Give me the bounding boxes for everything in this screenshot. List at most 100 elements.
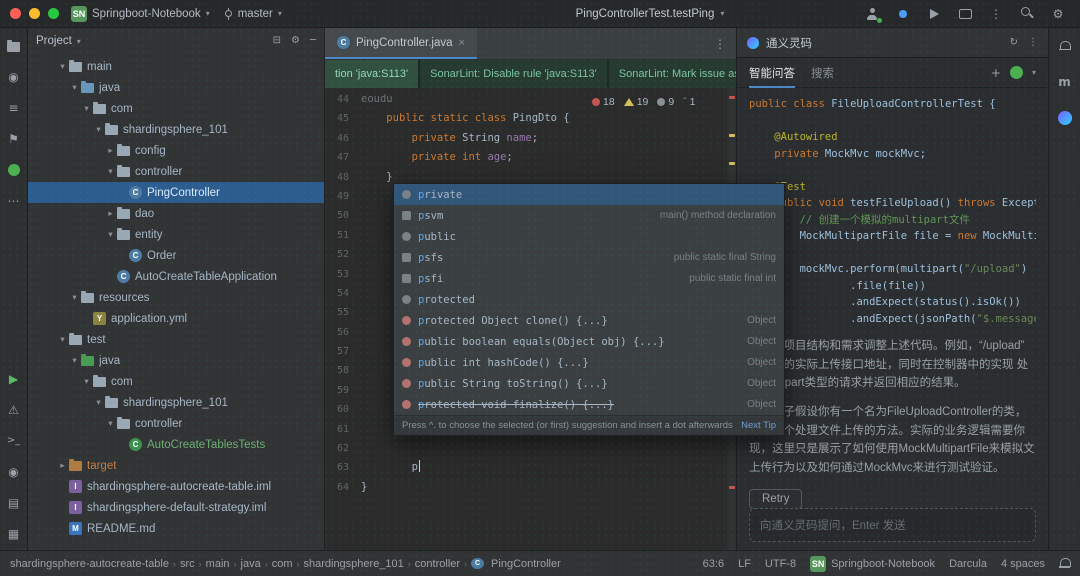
tree-item-test[interactable]: ▾test (28, 329, 324, 350)
todo-icon[interactable]: ▤ (6, 495, 22, 511)
close-tab-icon[interactable]: × (459, 37, 465, 49)
tree-item-Order[interactable]: COrder (28, 245, 324, 266)
services-icon[interactable]: ▦ (6, 526, 22, 542)
chat-input[interactable]: 向通义灵码提问，Enter 发送 (749, 508, 1036, 542)
close-window-button[interactable] (10, 8, 21, 19)
breadcrumb-segment[interactable]: PingController (491, 558, 561, 570)
breadcrumb-segment[interactable]: controller (415, 558, 460, 570)
caret-position[interactable]: 63:6 (703, 558, 724, 570)
problems-icon[interactable]: ⚠ (6, 402, 22, 418)
editor-line[interactable]: 62 (325, 439, 736, 458)
vcs-branch-widget[interactable]: master ▾ (224, 8, 282, 20)
expand-toggle-icon[interactable]: ▸ (56, 460, 69, 471)
tree-item-AutoCreateTablesTests[interactable]: CAutoCreateTablesTests (28, 434, 324, 455)
file-encoding[interactable]: UTF-8 (765, 558, 796, 570)
tree-item-controller[interactable]: ▾controller (28, 413, 324, 434)
status-project-widget[interactable]: SN Springboot-Notebook (810, 556, 935, 572)
expand-toggle-icon[interactable]: ▾ (104, 418, 117, 429)
project-icon[interactable] (6, 38, 22, 54)
ai-status-icon[interactable] (895, 6, 911, 22)
terminal-icon[interactable]: >_ (6, 433, 22, 449)
tree-item-main[interactable]: ▾main (28, 56, 324, 77)
completion-item[interactable]: public boolean equals(Object obj) {...}O… (394, 331, 784, 352)
tree-item-shardingsphere-autocreate-table.iml[interactable]: Ishardingsphere-autocreate-table.iml (28, 476, 324, 497)
editor-line[interactable]: 46 private String name; (325, 129, 736, 148)
completion-item[interactable]: protected Object clone() {...}Object (394, 310, 784, 331)
tree-item-README.md[interactable]: MREADME.md (28, 518, 324, 539)
expand-toggle-icon[interactable]: ▾ (56, 61, 69, 72)
breadcrumb-segment[interactable]: src (180, 558, 195, 570)
run-configuration-widget[interactable]: PingControllerTest.testPing ▾ (576, 8, 725, 20)
maven-icon[interactable]: m (1057, 74, 1073, 90)
inspections-widget[interactable]: 18 19 9 ˆ1 (592, 96, 695, 108)
editor-line[interactable]: 45 public static class PingDto { (325, 109, 736, 128)
expand-toggle-icon[interactable]: ▾ (104, 166, 117, 177)
next-tip-link[interactable]: Next Tip (741, 420, 776, 431)
new-session-icon[interactable]: + (991, 67, 1001, 79)
user-icon[interactable] (864, 6, 880, 22)
editor-tab[interactable]: C PingController.java × (325, 28, 477, 59)
expand-toggle-icon[interactable]: ▸ (104, 208, 117, 219)
completion-item[interactable]: protected (394, 289, 784, 310)
completion-item[interactable]: psfipublic static final int (394, 268, 784, 289)
tree-item-dao[interactable]: ▸dao (28, 203, 324, 224)
expand-toggle-icon[interactable]: ▾ (68, 355, 81, 366)
tree-item-PingController[interactable]: CPingController (28, 182, 324, 203)
more-icon[interactable]: ⋯ (6, 193, 22, 209)
editor-line[interactable]: 47 private int age; (325, 148, 736, 167)
expand-toggle-icon[interactable]: ▾ (68, 82, 81, 93)
expand-toggle-icon[interactable]: ▾ (80, 103, 93, 114)
search-icon[interactable] (1019, 6, 1035, 22)
completion-item[interactable]: public int hashCode() {...}Object (394, 352, 784, 373)
minimize-window-button[interactable] (29, 8, 40, 19)
tree-item-resources[interactable]: ▾resources (28, 287, 324, 308)
settings-icon[interactable]: ⚙ (1050, 6, 1066, 22)
git-icon[interactable]: ◉ (6, 464, 22, 480)
completion-item[interactable]: private (394, 184, 784, 205)
theme-name[interactable]: Darcula (949, 558, 987, 570)
breadcrumb-segment[interactable]: com (272, 558, 293, 570)
lingma-icon[interactable] (1057, 110, 1073, 126)
notifications-icon[interactable] (1057, 38, 1073, 54)
run-icon[interactable]: ▶ (6, 371, 22, 387)
tree-item-com[interactable]: ▾com (28, 98, 324, 119)
bookmarks-icon[interactable]: ⚑ (6, 131, 22, 147)
tree-item-com[interactable]: ▾com (28, 371, 324, 392)
breadcrumb-segment[interactable]: main (206, 558, 230, 570)
structure-icon[interactable]: ≡ (6, 100, 22, 116)
more-vertical-icon[interactable]: ⋮ (988, 6, 1004, 22)
intention-action[interactable]: SonarLint: Disable rule 'java:S113' (420, 60, 607, 88)
retry-button[interactable]: Retry (749, 489, 802, 509)
hide-panel-icon[interactable]: ─ (310, 36, 316, 46)
breadcrumb-segment[interactable]: shardingsphere_101 (303, 558, 403, 570)
completion-item[interactable]: public String toString() {...}Object (394, 373, 784, 394)
line-ending[interactable]: LF (738, 558, 751, 570)
breadcrumb-segment[interactable]: java (241, 558, 261, 570)
tree-item-entity[interactable]: ▾entity (28, 224, 324, 245)
screen-share-icon[interactable] (957, 6, 973, 22)
tree-item-java[interactable]: ▾java (28, 77, 324, 98)
expand-toggle-icon[interactable]: ▾ (92, 397, 105, 408)
commit-icon[interactable]: ◉ (6, 69, 22, 85)
session-status-icon[interactable] (1010, 66, 1023, 79)
more-vertical-icon[interactable]: ⋮ (1028, 38, 1038, 48)
tree-item-AutoCreateTableApplication[interactable]: CAutoCreateTableApplication (28, 266, 324, 287)
gradle-icon[interactable] (6, 162, 22, 178)
completion-item[interactable]: public (394, 226, 784, 247)
project-widget[interactable]: SN Springboot-Notebook ▾ (71, 6, 210, 22)
intention-action[interactable]: tion 'java:S113' (325, 60, 418, 88)
tab-search[interactable]: 搜索 (811, 58, 834, 88)
tab-smart-qa[interactable]: 智能问答 (749, 58, 795, 88)
expand-toggle-icon[interactable]: ▾ (56, 334, 69, 345)
editor-line[interactable]: 64} (325, 478, 736, 497)
completion-item[interactable]: psvmmain() method declaration (394, 205, 784, 226)
tree-item-config[interactable]: ▸config (28, 140, 324, 161)
breadcrumb-segment[interactable]: shardingsphere-autocreate-table (10, 558, 169, 570)
tree-item-application.yml[interactable]: Yapplication.yml (28, 308, 324, 329)
settings-icon[interactable]: ⚙ (291, 36, 300, 46)
tree-item-controller[interactable]: ▾controller (28, 161, 324, 182)
notifications-icon[interactable] (1059, 558, 1070, 569)
zoom-window-button[interactable] (48, 8, 59, 19)
chevron-down-icon[interactable]: ▾ (1032, 68, 1036, 77)
completion-item[interactable]: psfspublic static final String (394, 247, 784, 268)
